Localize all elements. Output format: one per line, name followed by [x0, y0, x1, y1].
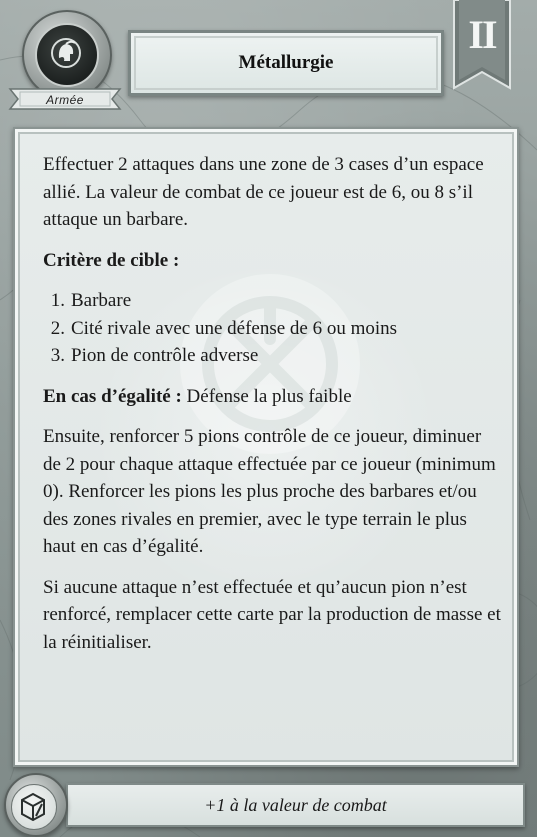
category-label: Armée — [46, 93, 84, 107]
bonus-text: +1 à la valeur de combat — [204, 795, 387, 815]
target-list: 1. Barbare 2. Cité rivale avec une défense… — [43, 287, 501, 370]
list-item: 3. Pion de contrôle adverse — [50, 345, 259, 366]
tie-rule: En cas d’égalité : Défense la plus faibl… — [43, 383, 501, 411]
reinforce-rule: Ensuite, renforcer 5 pions contrôle de c… — [43, 426, 496, 557]
effect-intro: Effectuer 2 attaques dans une zone de 3 … — [43, 154, 484, 230]
fallback-rule: Si aucune attaque n’est effectuée et qu’… — [43, 576, 501, 653]
list-item: 2. Cité rivale avec une défense de 6 ou m… — [50, 317, 398, 339]
target-heading: Critère de cible : — [43, 249, 180, 271]
cube-icon — [21, 792, 45, 822]
helmet-icon — [51, 38, 81, 68]
bonus-bar: +1 à la valeur de combat — [66, 783, 525, 827]
card-title: Métallurgie — [238, 52, 334, 73]
tie-label: En cas d’égalité : — [43, 385, 182, 407]
card-text: Effectuer 2 attaques dans une zone de 3 … — [43, 151, 501, 669]
card: Armée Métallurgie II Effectuer 2 attaque… — [0, 0, 537, 837]
tie-text: Défense la plus faible — [181, 385, 352, 407]
age-numeral: II — [468, 12, 497, 57]
list-item: 1. Barbare — [50, 290, 132, 311]
card-body: Effectuer 2 attaques dans une zone de 3 … — [13, 127, 519, 767]
title-plate: Métallurgie — [128, 30, 444, 96]
